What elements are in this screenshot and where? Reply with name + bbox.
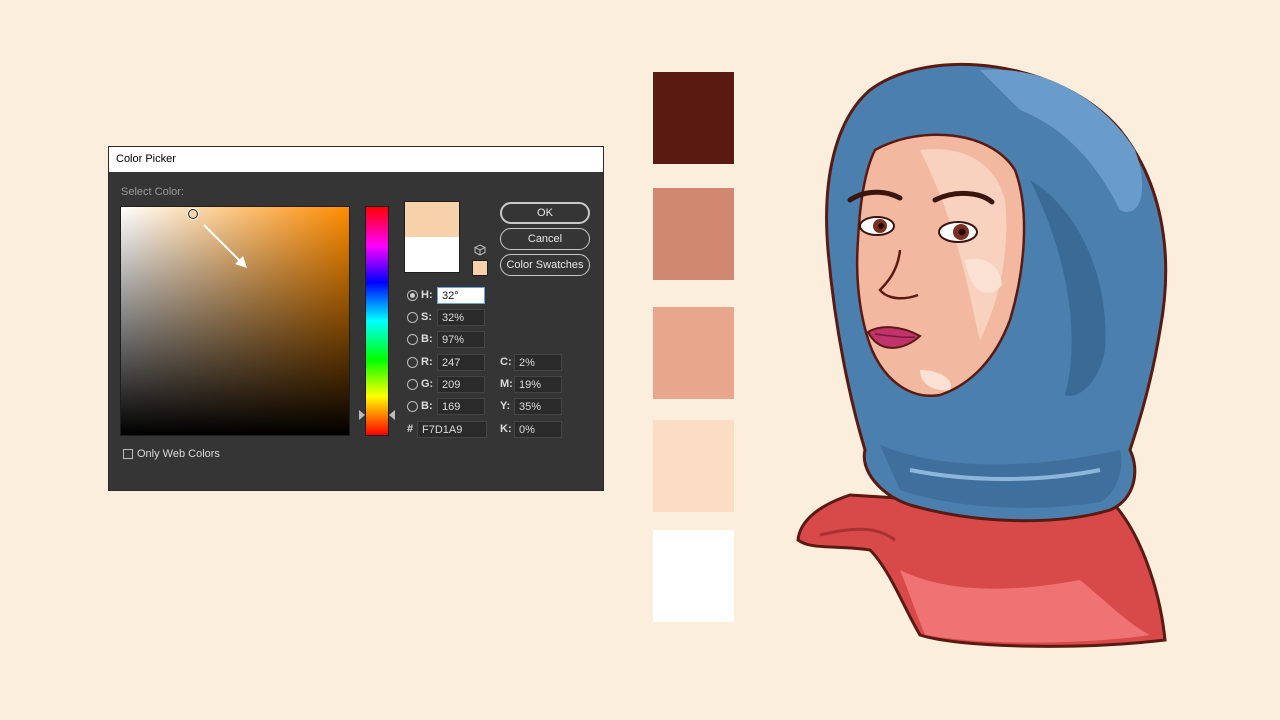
swatch-terracotta	[653, 188, 734, 280]
swatch-white	[653, 530, 734, 622]
select-color-label: Select Color:	[121, 186, 184, 198]
arrow-icon	[203, 224, 247, 268]
red-row: R: 247	[407, 354, 497, 372]
hex-label: #	[407, 423, 414, 435]
black-row: K: 0%	[500, 421, 570, 439]
saturation-radio[interactable]	[407, 312, 418, 323]
swatch-light-peach	[653, 420, 734, 512]
color-swatches-button[interactable]: Color Swatches	[500, 254, 590, 276]
hue-slider-handle-right[interactable]	[389, 410, 395, 420]
cyan-row: C: 2%	[500, 354, 570, 372]
color-picker-dialog: Color Picker Select Color: OK Cancel Col…	[109, 147, 603, 490]
swatch-salmon	[653, 307, 734, 399]
out-of-gamut-cube-icon[interactable]	[474, 244, 486, 256]
magenta-input[interactable]: 19%	[514, 376, 562, 393]
brightness-label: B:	[421, 333, 433, 345]
saturation-input[interactable]: 32%	[437, 309, 485, 326]
color-field[interactable]	[121, 207, 349, 435]
brightness-row: B: 97%	[407, 331, 497, 349]
hue-slider-handle-left[interactable]	[359, 410, 365, 420]
color-preview	[405, 202, 459, 272]
black-input[interactable]: 0%	[514, 421, 562, 438]
hue-label: H:	[421, 289, 433, 301]
yellow-label: Y:	[500, 400, 511, 412]
green-input[interactable]: 209	[437, 376, 485, 393]
blue-label: B:	[421, 400, 433, 412]
blue-input[interactable]: 169	[437, 398, 485, 415]
magenta-label: M:	[500, 378, 513, 390]
saturation-label: S:	[421, 311, 432, 323]
blue-row: B: 169	[407, 398, 497, 416]
green-radio[interactable]	[407, 379, 418, 390]
web-safe-color-swatch[interactable]	[473, 261, 487, 275]
magenta-row: M: 19%	[500, 376, 570, 394]
ok-button[interactable]: OK	[500, 202, 590, 224]
hex-row: # F7D1A9	[407, 421, 497, 439]
yellow-row: Y: 35%	[500, 398, 570, 416]
red-label: R:	[421, 356, 433, 368]
brightness-radio[interactable]	[407, 334, 418, 345]
only-web-colors-label[interactable]: Only Web Colors	[137, 448, 220, 460]
only-web-colors-checkbox[interactable]	[123, 449, 133, 459]
red-input[interactable]: 247	[437, 354, 485, 371]
yellow-input[interactable]: 35%	[514, 398, 562, 415]
hue-row: H: 32°	[407, 287, 497, 305]
hue-slider[interactable]	[366, 207, 388, 435]
hue-radio[interactable]	[407, 290, 418, 301]
saturation-row: S: 32%	[407, 309, 497, 327]
brightness-input[interactable]: 97%	[437, 331, 485, 348]
green-label: G:	[421, 378, 434, 390]
green-row: G: 209	[407, 376, 497, 394]
blue-radio[interactable]	[407, 401, 418, 412]
current-color-preview	[405, 237, 459, 272]
hex-input[interactable]: F7D1A9	[417, 421, 487, 438]
cyan-input[interactable]: 2%	[514, 354, 562, 371]
hue-input[interactable]: 32°	[437, 287, 485, 304]
cyan-label: C:	[500, 356, 512, 368]
red-radio[interactable]	[407, 357, 418, 368]
new-color-preview	[405, 202, 459, 237]
black-label: K:	[500, 423, 512, 435]
cancel-button[interactable]: Cancel	[500, 228, 590, 250]
dialog-title: Color Picker	[109, 147, 603, 172]
hijab-portrait-illustration	[796, 62, 1168, 648]
swatch-dark-brown	[653, 72, 734, 164]
